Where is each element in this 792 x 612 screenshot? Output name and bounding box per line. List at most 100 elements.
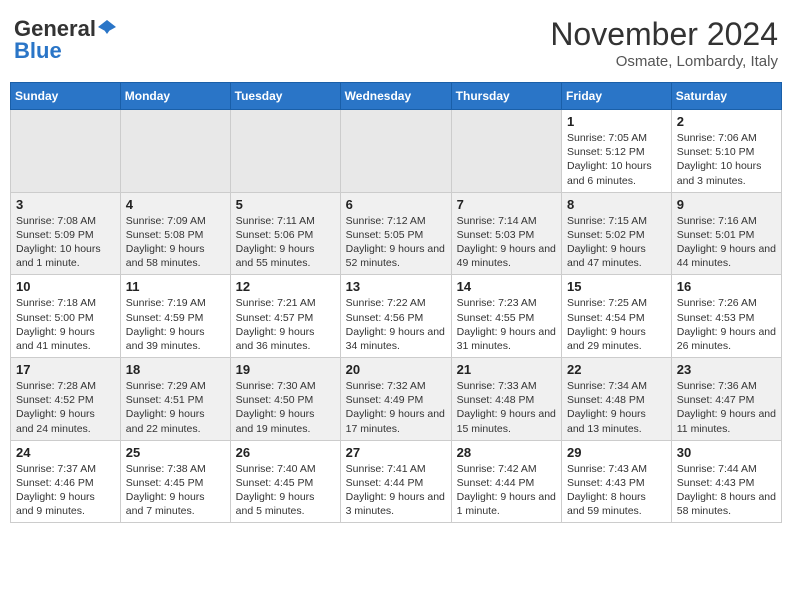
day-number: 6 <box>346 197 446 212</box>
calendar-cell: 8 Sunrise: 7:15 AM Sunset: 5:02 PM Daylig… <box>562 192 672 275</box>
day-number: 28 <box>457 445 556 460</box>
logo-bird-icon <box>98 18 116 36</box>
day-info: Sunrise: 7:34 AM Sunset: 4:48 PM Dayligh… <box>567 379 666 436</box>
day-info: Sunrise: 7:18 AM Sunset: 5:00 PM Dayligh… <box>16 296 115 353</box>
title-block: November 2024 Osmate, Lombardy, Italy <box>550 16 778 70</box>
calendar-cell: 30 Sunrise: 7:44 AM Sunset: 4:43 PM Dayli… <box>671 440 781 523</box>
calendar-cell: 14 Sunrise: 7:23 AM Sunset: 4:55 PM Dayli… <box>451 275 561 358</box>
day-info: Sunrise: 7:40 AM Sunset: 4:45 PM Dayligh… <box>236 462 335 519</box>
day-info: Sunrise: 7:42 AM Sunset: 4:44 PM Dayligh… <box>457 462 556 519</box>
calendar-week-row: 24 Sunrise: 7:37 AM Sunset: 4:46 PM Dayli… <box>11 440 782 523</box>
calendar-cell: 18 Sunrise: 7:29 AM Sunset: 4:51 PM Dayli… <box>120 358 230 441</box>
calendar-cell <box>230 110 340 193</box>
day-number: 10 <box>16 279 115 294</box>
day-number: 22 <box>567 362 666 377</box>
calendar-cell: 21 Sunrise: 7:33 AM Sunset: 4:48 PM Dayli… <box>451 358 561 441</box>
day-number: 20 <box>346 362 446 377</box>
day-number: 21 <box>457 362 556 377</box>
day-number: 11 <box>126 279 225 294</box>
day-info: Sunrise: 7:11 AM Sunset: 5:06 PM Dayligh… <box>236 214 335 271</box>
day-info: Sunrise: 7:37 AM Sunset: 4:46 PM Dayligh… <box>16 462 115 519</box>
calendar-cell <box>340 110 451 193</box>
calendar-cell <box>11 110 121 193</box>
day-info: Sunrise: 7:38 AM Sunset: 4:45 PM Dayligh… <box>126 462 225 519</box>
day-number: 13 <box>346 279 446 294</box>
day-number: 18 <box>126 362 225 377</box>
calendar-cell: 1 Sunrise: 7:05 AM Sunset: 5:12 PM Daylig… <box>562 110 672 193</box>
calendar-week-row: 17Sunrise: 7:28 AM Sunset: 4:52 PM Dayli… <box>11 358 782 441</box>
day-number: 4 <box>126 197 225 212</box>
day-number: 1 <box>567 114 666 129</box>
calendar-cell: 29 Sunrise: 7:43 AM Sunset: 4:43 PM Dayli… <box>562 440 672 523</box>
header-wednesday: Wednesday <box>340 83 451 110</box>
calendar-table: SundayMondayTuesdayWednesdayThursdayFrid… <box>10 82 782 523</box>
calendar-cell: 19 Sunrise: 7:30 AM Sunset: 4:50 PM Dayli… <box>230 358 340 441</box>
calendar-week-row: 3Sunrise: 7:08 AM Sunset: 5:09 PM Daylig… <box>11 192 782 275</box>
calendar-cell: 5Sunrise: 7:11 AM Sunset: 5:06 PM Daylig… <box>230 192 340 275</box>
calendar-cell: 12 Sunrise: 7:21 AM Sunset: 4:57 PM Dayli… <box>230 275 340 358</box>
day-info: Sunrise: 7:05 AM Sunset: 5:12 PM Dayligh… <box>567 131 666 188</box>
day-info: Sunrise: 7:30 AM Sunset: 4:50 PM Dayligh… <box>236 379 335 436</box>
day-info: Sunrise: 7:16 AM Sunset: 5:01 PM Dayligh… <box>677 214 776 271</box>
day-info: Sunrise: 7:44 AM Sunset: 4:43 PM Dayligh… <box>677 462 776 519</box>
calendar-week-row: 1 Sunrise: 7:05 AM Sunset: 5:12 PM Daylig… <box>11 110 782 193</box>
calendar-cell: 28 Sunrise: 7:42 AM Sunset: 4:44 PM Dayli… <box>451 440 561 523</box>
page-header: General Blue November 2024 Osmate, Lomba… <box>10 10 782 76</box>
day-number: 30 <box>677 445 776 460</box>
day-number: 23 <box>677 362 776 377</box>
header-monday: Monday <box>120 83 230 110</box>
day-number: 25 <box>126 445 225 460</box>
day-number: 8 <box>567 197 666 212</box>
calendar-cell: 15 Sunrise: 7:25 AM Sunset: 4:54 PM Dayli… <box>562 275 672 358</box>
calendar-cell: 2 Sunrise: 7:06 AM Sunset: 5:10 PM Daylig… <box>671 110 781 193</box>
calendar-cell: 23Sunrise: 7:36 AM Sunset: 4:47 PM Dayli… <box>671 358 781 441</box>
day-info: Sunrise: 7:25 AM Sunset: 4:54 PM Dayligh… <box>567 296 666 353</box>
day-info: Sunrise: 7:06 AM Sunset: 5:10 PM Dayligh… <box>677 131 776 188</box>
header-friday: Friday <box>562 83 672 110</box>
day-info: Sunrise: 7:12 AM Sunset: 5:05 PM Dayligh… <box>346 214 446 271</box>
calendar-cell: 4 Sunrise: 7:09 AM Sunset: 5:08 PM Daylig… <box>120 192 230 275</box>
day-number: 14 <box>457 279 556 294</box>
calendar-cell: 10 Sunrise: 7:18 AM Sunset: 5:00 PM Dayli… <box>11 275 121 358</box>
day-info: Sunrise: 7:23 AM Sunset: 4:55 PM Dayligh… <box>457 296 556 353</box>
day-info: Sunrise: 7:32 AM Sunset: 4:49 PM Dayligh… <box>346 379 446 436</box>
calendar-cell <box>451 110 561 193</box>
day-number: 16 <box>677 279 776 294</box>
day-number: 7 <box>457 197 556 212</box>
day-number: 26 <box>236 445 335 460</box>
day-info: Sunrise: 7:15 AM Sunset: 5:02 PM Dayligh… <box>567 214 666 271</box>
day-info: Sunrise: 7:29 AM Sunset: 4:51 PM Dayligh… <box>126 379 225 436</box>
calendar-cell: 6 Sunrise: 7:12 AM Sunset: 5:05 PM Daylig… <box>340 192 451 275</box>
day-info: Sunrise: 7:21 AM Sunset: 4:57 PM Dayligh… <box>236 296 335 353</box>
day-info: Sunrise: 7:43 AM Sunset: 4:43 PM Dayligh… <box>567 462 666 519</box>
header-saturday: Saturday <box>671 83 781 110</box>
day-info: Sunrise: 7:41 AM Sunset: 4:44 PM Dayligh… <box>346 462 446 519</box>
location-title: Osmate, Lombardy, Italy <box>550 53 778 70</box>
header-sunday: Sunday <box>11 83 121 110</box>
day-number: 19 <box>236 362 335 377</box>
day-info: Sunrise: 7:26 AM Sunset: 4:53 PM Dayligh… <box>677 296 776 353</box>
day-info: Sunrise: 7:14 AM Sunset: 5:03 PM Dayligh… <box>457 214 556 271</box>
calendar-cell: 20 Sunrise: 7:32 AM Sunset: 4:49 PM Dayli… <box>340 358 451 441</box>
calendar-cell: 25 Sunrise: 7:38 AM Sunset: 4:45 PM Dayli… <box>120 440 230 523</box>
day-number: 12 <box>236 279 335 294</box>
day-number: 29 <box>567 445 666 460</box>
day-info: Sunrise: 7:33 AM Sunset: 4:48 PM Dayligh… <box>457 379 556 436</box>
calendar-header-row: SundayMondayTuesdayWednesdayThursdayFrid… <box>11 83 782 110</box>
day-number: 17 <box>16 362 115 377</box>
day-number: 3 <box>16 197 115 212</box>
day-info: Sunrise: 7:22 AM Sunset: 4:56 PM Dayligh… <box>346 296 446 353</box>
header-thursday: Thursday <box>451 83 561 110</box>
calendar-cell: 7 Sunrise: 7:14 AM Sunset: 5:03 PM Daylig… <box>451 192 561 275</box>
day-number: 9 <box>677 197 776 212</box>
calendar-cell: 17Sunrise: 7:28 AM Sunset: 4:52 PM Dayli… <box>11 358 121 441</box>
calendar-cell: 16 Sunrise: 7:26 AM Sunset: 4:53 PM Dayli… <box>671 275 781 358</box>
day-info: Sunrise: 7:19 AM Sunset: 4:59 PM Dayligh… <box>126 296 225 353</box>
day-number: 2 <box>677 114 776 129</box>
calendar-cell: 27Sunrise: 7:41 AM Sunset: 4:44 PM Dayli… <box>340 440 451 523</box>
header-tuesday: Tuesday <box>230 83 340 110</box>
day-info: Sunrise: 7:09 AM Sunset: 5:08 PM Dayligh… <box>126 214 225 271</box>
calendar-cell: 3Sunrise: 7:08 AM Sunset: 5:09 PM Daylig… <box>11 192 121 275</box>
day-number: 24 <box>16 445 115 460</box>
day-number: 15 <box>567 279 666 294</box>
